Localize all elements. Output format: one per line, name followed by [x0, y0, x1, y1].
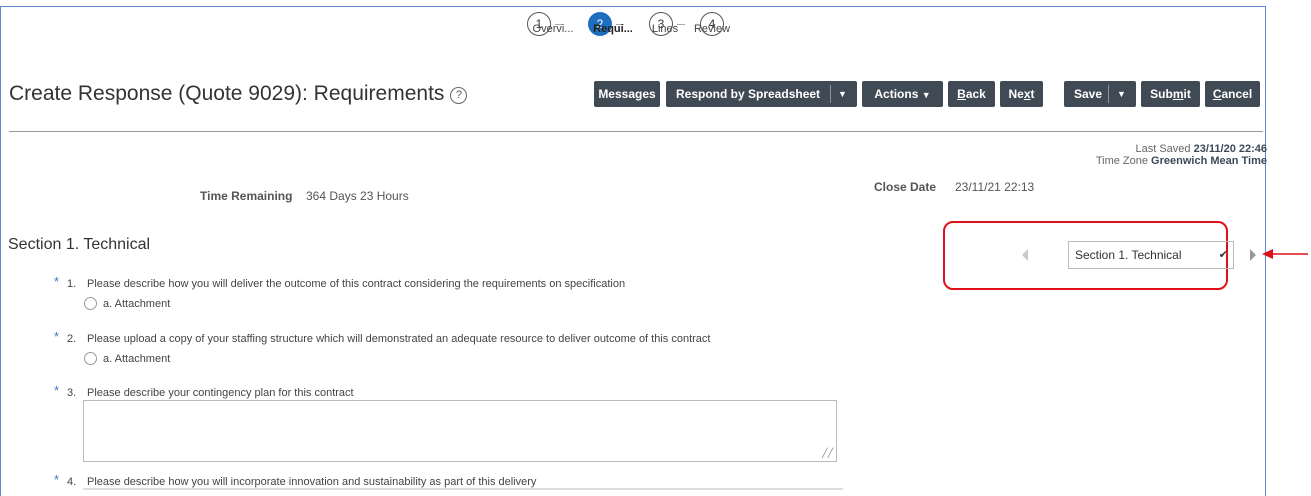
radio-button[interactable]: [84, 297, 97, 310]
option-label: a. Attachment: [103, 298, 171, 310]
question-text: Please describe your contingency plan fo…: [87, 387, 354, 399]
help-icon[interactable]: ?: [450, 87, 468, 104]
train-label-lines[interactable]: Lines: [652, 23, 678, 35]
question-text: Please upload a copy of your staffing st…: [87, 333, 711, 345]
respond-by-spreadsheet-button[interactable]: Respond by Spreadsheet ▼: [666, 81, 857, 107]
chevron-down-icon[interactable]: ▼: [838, 81, 847, 107]
respond-by-spreadsheet-label: Respond by Spreadsheet: [676, 87, 821, 101]
next-label-mnemonic: x: [1023, 87, 1031, 101]
messages-button[interactable]: Messages: [594, 81, 660, 107]
button-divider: [1108, 85, 1109, 103]
contingency-plan-textarea[interactable]: ╱╱: [83, 400, 837, 462]
question-1-option[interactable]: a. Attachment: [84, 297, 170, 310]
required-icon: *: [54, 472, 60, 487]
resize-grip-icon[interactable]: ╱╱: [822, 448, 833, 459]
cancel-label-rest: ancel: [1221, 87, 1253, 101]
back-button[interactable]: Back: [948, 81, 995, 107]
header-divider: [9, 131, 1263, 132]
train-label-overview[interactable]: Overvi...: [533, 23, 574, 35]
question-3: * 3. Please describe your contingency pl…: [50, 383, 550, 401]
next-button[interactable]: Next: [1000, 81, 1043, 107]
radio-button[interactable]: [84, 352, 97, 365]
chevron-down-icon: ✔: [1218, 249, 1228, 261]
next-label-rest: t: [1030, 87, 1035, 101]
page-title-text: Create Response (Quote 9029): Requiremen…: [9, 82, 445, 105]
question-text: Please describe how you will deliver the…: [87, 278, 626, 290]
last-saved-value: 23/11/20 22:46: [1193, 143, 1267, 155]
required-icon: *: [54, 329, 60, 344]
next-section-icon[interactable]: [1250, 249, 1256, 261]
required-icon: *: [54, 274, 60, 289]
actions-button-label: Actions: [874, 87, 919, 101]
close-date-label: Close Date: [874, 180, 937, 194]
question-number: 3.: [67, 387, 77, 399]
annotation-arrow-icon: [1262, 249, 1308, 259]
time-remaining-label: Time Remaining: [200, 189, 293, 203]
button-divider: [830, 85, 831, 103]
question-text: Please describe how you will incorporate…: [87, 476, 537, 488]
submit-label-prefix: Sub: [1150, 87, 1173, 101]
back-label-mnemonic: B: [957, 87, 966, 101]
chevron-down-icon: ▼: [921, 90, 931, 100]
next-label-prefix: Ne: [1008, 87, 1024, 101]
train-label-requirements[interactable]: Requi...: [593, 23, 633, 35]
section-title: Section 1. Technical: [8, 236, 151, 253]
back-label-rest: ack: [965, 87, 986, 101]
previous-section-icon[interactable]: [1022, 249, 1028, 261]
time-remaining-value: 364 Days 23 Hours: [306, 189, 409, 203]
question-number: 2.: [67, 333, 77, 345]
cancel-button[interactable]: Cancel: [1205, 81, 1260, 107]
train-label-review[interactable]: Review: [694, 23, 730, 35]
question-number: 1.: [67, 278, 77, 290]
chevron-down-icon[interactable]: ▼: [1117, 81, 1126, 107]
time-zone-value: Greenwich Mean Time: [1151, 155, 1267, 167]
time-zone-label: Time Zone: [1095, 155, 1148, 167]
submit-label-mnemonic: m: [1172, 87, 1184, 101]
required-icon: *: [54, 383, 60, 398]
question-1: * 1. Please describe how you will delive…: [50, 274, 750, 292]
submit-label-rest: it: [1183, 87, 1191, 101]
section-selector[interactable]: Section 1. Technical ✔: [1068, 241, 1234, 269]
close-date-value: 23/11/21 22:13: [955, 180, 1035, 194]
question-number: 4.: [67, 476, 77, 488]
save-status: Last Saved 23/11/20 22:46 Time Zone Gree…: [1096, 143, 1267, 167]
last-saved-label: Last Saved: [1135, 143, 1191, 155]
save-button-label: Save: [1074, 87, 1103, 101]
save-button[interactable]: Save ▼: [1064, 81, 1136, 107]
question-2-option[interactable]: a. Attachment: [84, 352, 170, 365]
train-connector: [677, 24, 685, 25]
section-selector-value: Section 1. Technical: [1075, 248, 1182, 262]
option-label: a. Attachment: [103, 353, 171, 365]
question-2: * 2. Please upload a copy of your staffi…: [50, 329, 850, 347]
actions-button[interactable]: Actions ▼: [862, 81, 943, 107]
messages-button-label: Messages: [598, 87, 656, 101]
submit-button[interactable]: Submit: [1141, 81, 1200, 107]
page-title: Create Response (Quote 9029): Requiremen…: [9, 82, 468, 106]
